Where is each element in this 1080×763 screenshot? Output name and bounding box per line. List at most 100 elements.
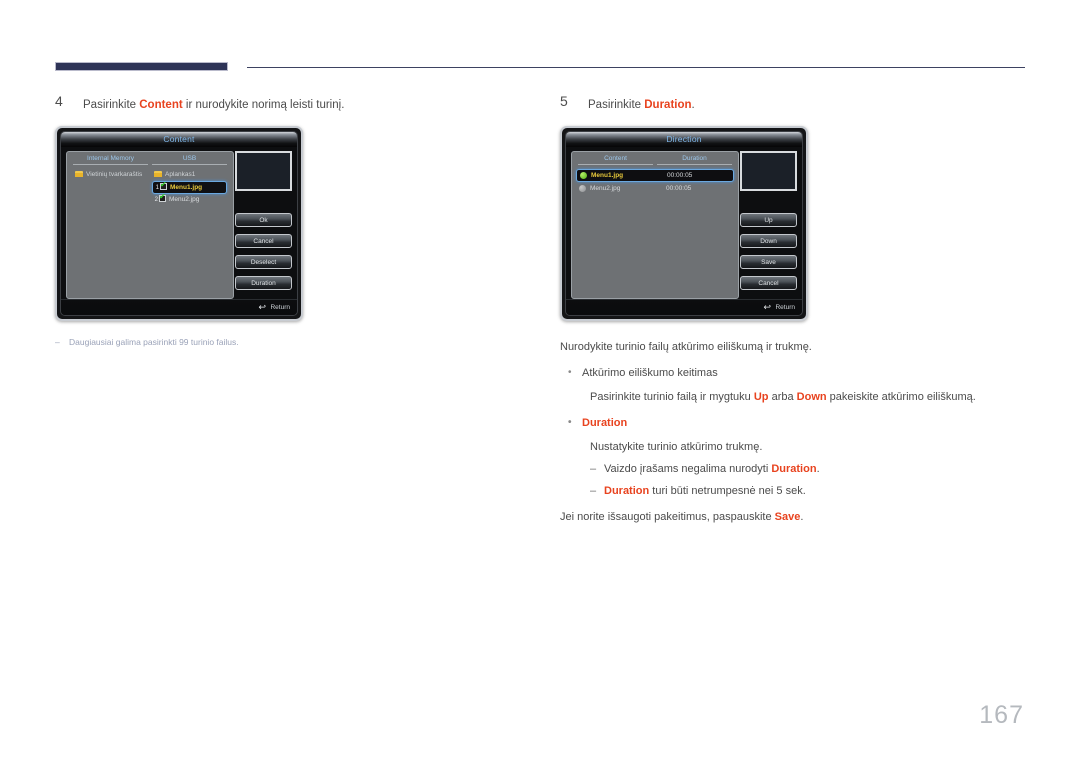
list-item-index: 2	[154, 197, 158, 203]
content-file-panel: Internal Memory USB Vietinių tvarkarašti…	[66, 151, 234, 299]
page-number: 167	[979, 701, 1024, 729]
save-button[interactable]: Save	[740, 255, 797, 269]
checkbox-checked-icon[interactable]	[159, 192, 166, 202]
return-hint[interactable]: ↩ Return	[258, 302, 290, 314]
right-column: 5 Pasirinkite Duration. Direction Conten…	[560, 93, 1030, 526]
down-button[interactable]: Down	[740, 234, 797, 248]
row-name: Menu2.jpg	[590, 185, 621, 192]
content-lists: Vietinių tvarkaraštis Aplankas1 1Menu1.j…	[67, 165, 233, 206]
content-dialog-body: Internal Memory USB Vietinių tvarkarašti…	[61, 147, 297, 299]
return-label: Return	[775, 304, 795, 311]
down-highlight: Down	[796, 391, 827, 403]
dash1-text-a: Vaizdo įrašams negalima nurodyti	[604, 463, 772, 475]
closing-text: Jei norite išsaugoti pakeitimus, paspaus…	[560, 509, 1030, 526]
sub-text-c: pakeiskite atkūrimo eiliškumą.	[826, 391, 976, 403]
return-arrow-icon: ↩	[258, 302, 267, 312]
direction-column-headers: Content Duration	[572, 152, 738, 165]
row-name: Menu1.jpg	[591, 172, 624, 179]
manual-page: 4 Pasirinkite Content ir nurodykite nori…	[0, 0, 1080, 763]
left-note: Daugiausiai galima pasirinkti 99 turinio…	[55, 335, 535, 349]
save-highlight: Save	[774, 511, 801, 523]
list-item[interactable]: Vietinių tvarkaraštis	[73, 169, 148, 181]
content-dialog-inner: Content Internal Memory USB Vietinių tva…	[60, 131, 298, 316]
folder-icon	[154, 171, 162, 177]
return-label: Return	[270, 304, 290, 311]
bullet-playback-order: Atkūrimo eiliškumo keitimas	[560, 364, 1030, 382]
direction-dialog-title: Direction	[566, 132, 802, 147]
step-5-highlight: Duration	[644, 99, 692, 111]
duration-highlight: Duration	[604, 485, 650, 497]
step-5: 5 Pasirinkite Duration.	[560, 93, 1030, 113]
right-intro-text: Nurodykite turinio failų atkūrimo eilišk…	[560, 341, 812, 353]
content-column-headers: Internal Memory USB	[67, 152, 233, 165]
step-5-text: Pasirinkite Duration.	[588, 99, 695, 111]
return-hint[interactable]: ↩ Return	[763, 302, 795, 314]
usb-list: Aplankas1 1Menu1.jpg 2Menu2.jpg	[152, 169, 227, 206]
content-dialog-title: Content	[61, 132, 297, 147]
column-header-internal-memory: Internal Memory	[73, 155, 148, 165]
step-4-text-before: Pasirinkite	[83, 99, 140, 111]
step-4-number: 4	[55, 93, 63, 109]
header-rule	[55, 62, 1025, 74]
content-dialog: Content Internal Memory USB Vietinių tva…	[55, 126, 303, 321]
dash2-text-b: turi būti netrumpesnė nei 5 sek.	[649, 485, 806, 497]
preview-thumbnail	[740, 151, 797, 191]
step-4-text-after: ir nurodykite norimą leisti turinį.	[182, 99, 345, 111]
direction-dialog: Direction Content Duration Menu1.jpg 00:0…	[560, 126, 808, 321]
return-arrow-icon: ↩	[763, 302, 772, 312]
dash-note-video: Vaizdo įrašams negalima nurodyti Duratio…	[560, 461, 1030, 478]
list-item-label: Aplankas1	[165, 171, 196, 178]
direction-dialog-inner: Direction Content Duration Menu1.jpg 00:0…	[565, 131, 803, 316]
sub-text-a: Pasirinkite turinio failą ir mygtuku	[590, 391, 754, 403]
content-dialog-buttons: Ok Cancel Deselect Duration	[235, 213, 292, 297]
ok-button[interactable]: Ok	[235, 213, 292, 227]
up-button[interactable]: Up	[740, 213, 797, 227]
direction-dialog-buttons: Up Down Save Cancel	[740, 213, 797, 297]
table-row[interactable]: Menu2.jpg 00:00:05	[576, 182, 734, 195]
column-header-usb: USB	[152, 155, 227, 165]
direction-dialog-footer: ↩ Return	[566, 299, 802, 315]
bullet-duration-sub: Nustatykite turinio atkūrimo trukmę.	[590, 441, 763, 453]
left-column: 4 Pasirinkite Content ir nurodykite nori…	[55, 93, 535, 349]
internal-memory-list: Vietinių tvarkaraštis	[73, 169, 148, 206]
sub-text-b: arba	[768, 391, 797, 403]
duration-button[interactable]: Duration	[235, 276, 292, 290]
checkbox-checked-icon[interactable]	[160, 180, 167, 190]
step-5-number: 5	[560, 93, 568, 109]
closing-text-a: Jei norite išsaugoti pakeitimus, paspaus…	[560, 511, 775, 523]
closing-text-b: .	[800, 511, 804, 523]
header-rule-thin	[247, 67, 1025, 68]
column-header-content: Content	[578, 155, 653, 165]
step-5-text-before: Pasirinkite	[588, 99, 645, 111]
direction-rows: Menu1.jpg 00:00:05 Menu2.jpg 00:00:05	[572, 165, 738, 195]
status-dot-icon	[580, 172, 587, 179]
column-header-duration: Duration	[657, 155, 732, 165]
duration-highlight: Duration	[771, 463, 817, 475]
header-rule-thick	[55, 62, 228, 71]
list-item-label: Menu2.jpg	[169, 196, 200, 203]
preview-thumbnail	[235, 151, 292, 191]
table-row[interactable]: Menu1.jpg 00:00:05	[576, 169, 734, 182]
cancel-button[interactable]: Cancel	[740, 276, 797, 290]
direction-file-panel: Content Duration Menu1.jpg 00:00:05 Menu2…	[571, 151, 739, 299]
dash1-text-b: .	[816, 463, 820, 475]
dash-note-minimum: Duration turi būti netrumpesnė nei 5 sek…	[560, 483, 1030, 500]
row-duration: 00:00:05	[666, 185, 692, 192]
step-5-text-after: .	[691, 99, 695, 111]
bullet-playback-order-sub: Pasirinkite turinio failą ir mygtuku Up …	[560, 389, 1030, 406]
cancel-button[interactable]: Cancel	[235, 234, 292, 248]
status-dot-icon	[579, 185, 586, 192]
deselect-button[interactable]: Deselect	[235, 255, 292, 269]
bullet-duration: Duration	[560, 414, 1030, 432]
up-highlight: Up	[753, 391, 769, 403]
step-4-text: Pasirinkite Content ir nurodykite norimą…	[83, 99, 344, 111]
step-4: 4 Pasirinkite Content ir nurodykite nori…	[55, 93, 535, 113]
list-item-label: Menu1.jpg	[170, 184, 203, 191]
content-dialog-footer: ↩ Return	[61, 299, 297, 315]
step-4-highlight: Content	[139, 99, 183, 111]
list-item-label: Vietinių tvarkaraštis	[86, 171, 143, 178]
list-item-menu2[interactable]: 2 Menu2.jpg	[152, 192, 227, 206]
folder-icon	[75, 171, 83, 177]
direction-dialog-body: Content Duration Menu1.jpg 00:00:05 Menu2…	[566, 147, 802, 299]
row-duration: 00:00:05	[667, 172, 693, 179]
